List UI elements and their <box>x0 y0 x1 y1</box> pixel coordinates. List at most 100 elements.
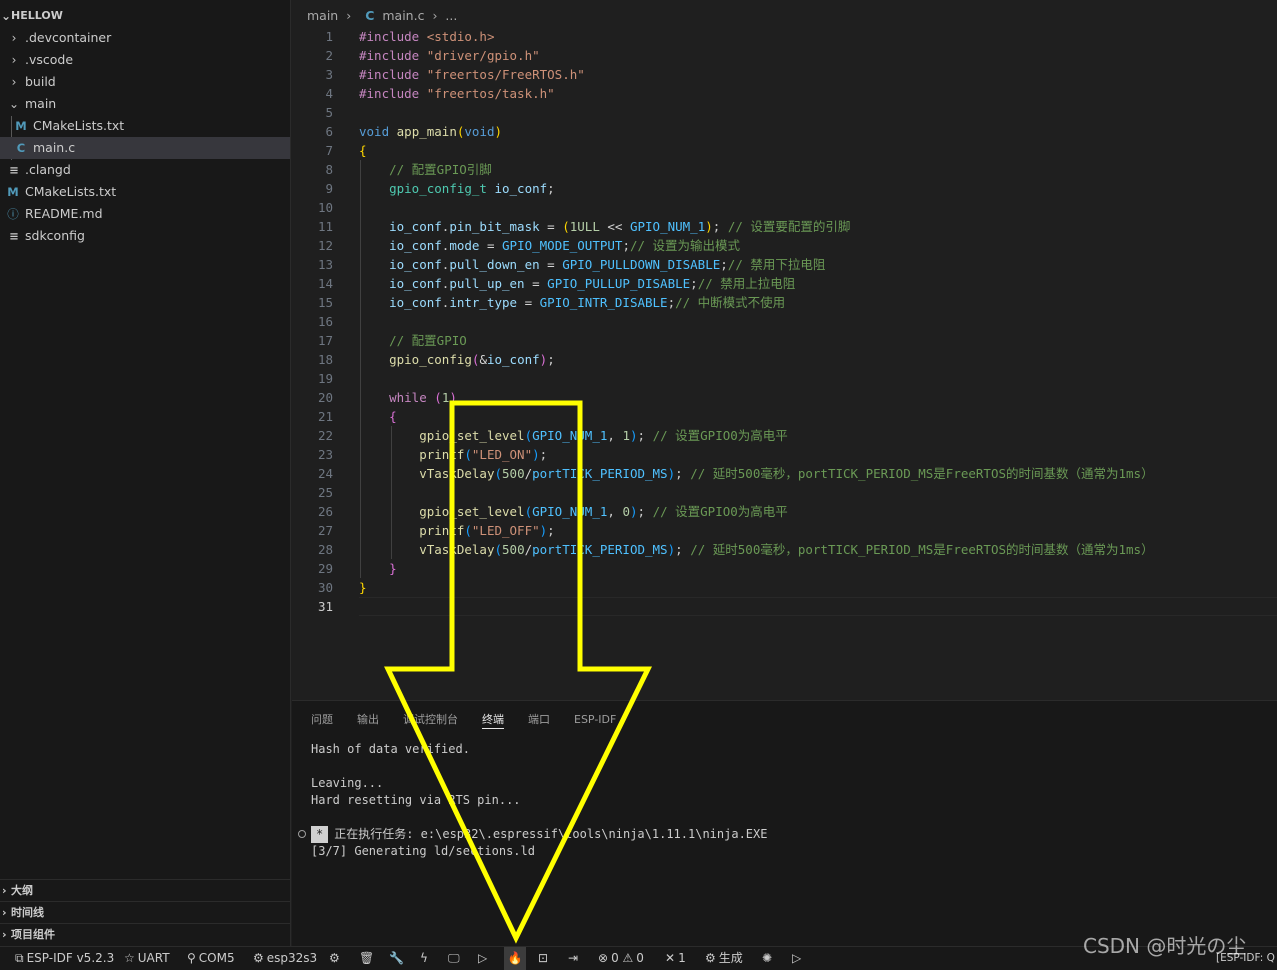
token: pull_up_en <box>449 276 525 291</box>
line-number: 30 <box>317 580 333 595</box>
token: gpio_config <box>389 352 472 367</box>
line-number: 4 <box>325 86 333 101</box>
token: ) <box>705 219 713 234</box>
token: 500 <box>502 466 525 481</box>
monitor-icon[interactable]: 🖵 <box>448 947 460 970</box>
token: ; <box>675 466 691 481</box>
trash-icon[interactable]: 🗑 <box>359 947 374 970</box>
code-line: 16 <box>292 312 1277 331</box>
build-flash-monitor-icon[interactable]: 🔥 <box>504 947 526 970</box>
token: // 设置为输出模式 <box>629 238 741 253</box>
explorer-file-main-cmakelists[interactable]: M CMakeLists.txt <box>0 115 290 137</box>
code-line: 4 #include "freertos/task.h" <box>292 84 1277 103</box>
debug-icon[interactable]: ▷ <box>478 947 487 970</box>
c-file-icon: C <box>16 141 26 155</box>
token: GPIO_INTR_DISABLE <box>539 295 668 310</box>
explorer-root[interactable]: ⌄ HELLOW <box>0 5 290 27</box>
token: = <box>539 219 563 234</box>
explorer-folder-devcontainer[interactable]: › .devcontainer <box>0 27 290 49</box>
flash-icon[interactable]: ϟ <box>420 947 428 970</box>
uart-item[interactable]: ☆ UART <box>124 947 170 970</box>
error-count: 0 <box>611 951 619 965</box>
line-number: 9 <box>325 181 333 196</box>
breadcrumb-file[interactable]: main.c <box>382 8 424 23</box>
token: // 设置GPIO0为高电平 <box>652 428 788 443</box>
tab-terminal[interactable]: 终端 <box>482 712 504 729</box>
token: // 延时500毫秒，portTICK_PERIOD_MS是FreeRTOS的时… <box>690 466 1154 481</box>
token: / <box>524 542 533 557</box>
token: ) <box>449 390 457 405</box>
token: printf <box>419 523 465 538</box>
token: = <box>517 295 540 310</box>
explorer-file-sdkconfig[interactable]: ≡ sdkconfig <box>0 225 290 247</box>
section-project-components[interactable]: › 项目组件 <box>0 923 290 945</box>
bug-icon[interactable]: ✺ <box>762 947 772 970</box>
port-item[interactable]: ⚲ COM5 <box>187 947 235 970</box>
info-icon: ⓘ <box>7 207 19 221</box>
token: ; <box>637 504 653 519</box>
run-task-icon[interactable]: ⇥ <box>568 947 578 970</box>
tab-problems[interactable]: 问题 <box>311 712 333 728</box>
token: ) <box>494 124 503 139</box>
explorer-file-main-c[interactable]: C main.c <box>0 137 290 159</box>
terminal-icon[interactable]: ⊡ <box>538 947 548 970</box>
token: / <box>524 466 533 481</box>
code-text: while (1) <box>359 388 457 407</box>
code-editor[interactable]: 1 #include <stdio.h> 2 #include "driver/gp… <box>292 27 1277 699</box>
chevron-right-icon: › <box>2 928 7 941</box>
breadcrumb: main › C main.c › ... <box>292 6 461 26</box>
line-number: 17 <box>317 333 333 348</box>
breadcrumb-more[interactable]: ... <box>445 8 457 23</box>
line-number: 6 <box>325 124 333 139</box>
line-number: 5 <box>325 105 333 120</box>
token: ( <box>434 390 442 405</box>
explorer-folder-build[interactable]: › build <box>0 71 290 93</box>
code-text: gpio_set_level(GPIO_NUM_1, 1); // 设置GPIO… <box>359 426 788 445</box>
build-item[interactable]: ⚙ 生成 <box>705 947 743 970</box>
code-text: io_conf.pin_bit_mask = (1ULL << GPIO_NUM… <box>359 217 850 236</box>
wrench-icon[interactable]: 🔧 <box>389 947 404 970</box>
explorer-item-label: CMakeLists.txt <box>25 184 117 199</box>
token: ) <box>667 542 676 557</box>
tools-item[interactable]: ✕ 1 <box>665 947 686 970</box>
tab-ports[interactable]: 端口 <box>528 712 550 728</box>
watermark-text: CSDN @时光の尘 <box>1083 934 1247 958</box>
breadcrumb-folder[interactable]: main <box>307 8 338 23</box>
line-number: 13 <box>317 257 333 272</box>
tab-output[interactable]: 输出 <box>357 712 379 728</box>
token: ; <box>539 447 548 462</box>
tab-debug-console[interactable]: 调试控制台 <box>403 712 458 728</box>
target-item[interactable]: ⚙ esp32s3 <box>253 947 317 970</box>
idf-version-item[interactable]: ⧉ ESP-IDF v5.2.3 <box>15 947 114 970</box>
code-line: 8 // 配置GPIO引脚 <box>292 160 1277 179</box>
token: ; <box>720 257 728 272</box>
token: << <box>599 219 630 234</box>
tab-esp-idf[interactable]: ESP-IDF <box>574 712 616 728</box>
explorer-file-root-cmakelists[interactable]: M CMakeLists.txt <box>0 181 290 203</box>
explorer-folder-vscode[interactable]: › .vscode <box>0 49 290 71</box>
token: "LED_OFF" <box>471 523 540 538</box>
code-line: 21 { <box>292 407 1277 426</box>
code-line: 28 vTaskDelay(500/portTICK_PERIOD_MS); /… <box>292 540 1277 559</box>
token: pin_bit_mask <box>449 219 540 234</box>
token: portTICK_PERIOD_MS <box>532 542 668 557</box>
token: GPIO_NUM_1 <box>532 504 608 519</box>
settings-icon[interactable]: ⚙ <box>329 947 340 970</box>
token: gpio_set_level <box>419 504 525 519</box>
explorer-folder-main[interactable]: ⌄ main <box>0 93 290 115</box>
code-line: 17 // 配置GPIO <box>292 331 1277 350</box>
line-number: 11 <box>317 219 333 234</box>
line-number: 7 <box>325 143 333 158</box>
section-timeline[interactable]: › 时间线 <box>0 901 290 923</box>
token: io_conf <box>389 276 442 291</box>
play-icon[interactable]: ▷ <box>792 947 801 970</box>
explorer-file-readme[interactable]: ⓘ README.md <box>0 203 290 225</box>
section-outline[interactable]: › 大纲 <box>0 879 290 901</box>
token: ; <box>622 238 630 253</box>
chevron-right-icon: › <box>432 8 438 23</box>
explorer-file-clangd[interactable]: ≡ .clangd <box>0 159 290 181</box>
line-number: 24 <box>317 466 333 481</box>
cmake-file-icon: M <box>7 185 19 199</box>
code-line: 18 gpio_config(&io_conf); <box>292 350 1277 369</box>
problems-item[interactable]: ⊗ 0 ⚠ 0 <box>598 947 644 970</box>
